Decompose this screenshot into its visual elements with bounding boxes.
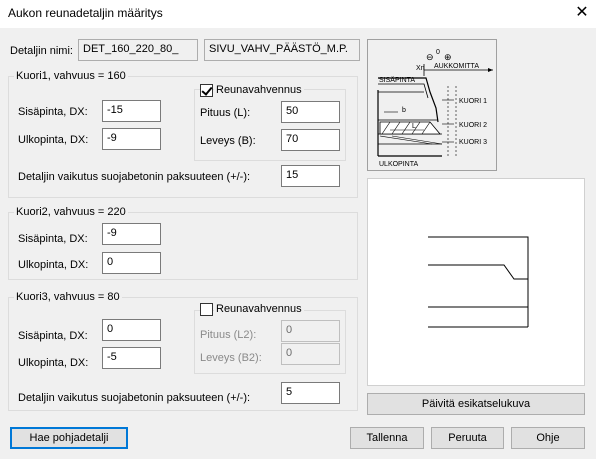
- diagram-kuori1-label: KUORI 1: [459, 98, 487, 105]
- diagram-xn-label: Xn: [416, 65, 425, 72]
- refresh-preview-button[interactable]: Päivitä esikatselukuva: [367, 393, 585, 415]
- kuori1-title: Kuori1, vahvuus = 160: [14, 70, 128, 82]
- kuori2-outer-input[interactable]: 0: [102, 252, 161, 274]
- preview-area: [367, 178, 585, 386]
- close-icon[interactable]: ✕: [572, 2, 592, 24]
- diagram-sisapinta-label: SISÄPINTA: [379, 76, 415, 84]
- diagram-plus-sign: ⊕: [444, 52, 452, 62]
- kuori3-edge-label: Reunavahvennus: [214, 303, 304, 315]
- kuori1-edge-checkbox[interactable]: [200, 84, 213, 97]
- kuori1-effect-input[interactable]: 15: [281, 165, 340, 187]
- diagram-kuori3-label: KUORI 3: [459, 139, 487, 146]
- help-button[interactable]: Ohje: [511, 427, 585, 449]
- fetch-base-detail-button[interactable]: Hae pohjadetalji: [10, 427, 128, 449]
- kuori2-inner-label: Sisäpinta, DX:: [18, 233, 88, 245]
- diagram-zero-label: 0: [436, 49, 440, 56]
- cancel-button[interactable]: Peruuta: [431, 427, 504, 449]
- kuori3-width-label: Pituus (L2):: [200, 329, 257, 341]
- diagram-minus-sign: ⊖: [426, 52, 434, 62]
- kuori3-inner-label: Sisäpinta, DX:: [18, 330, 88, 342]
- kuori3-effect-label: Detaljin vaikutus suojabetonin paksuutee…: [18, 392, 251, 404]
- kuori1-edge-label: Reunavahvennus: [214, 84, 304, 96]
- diagram-ulkopinta-label: ULKOPINTA: [379, 161, 418, 168]
- detail-suffix-field[interactable]: SIVU_VAHV_PÄÄSTÖ_M.P.: [204, 39, 360, 61]
- kuori1-inner-input[interactable]: -15: [102, 100, 161, 122]
- kuori1-height-label: Leveys (B):: [200, 135, 256, 147]
- kuori1-width-input[interactable]: 50: [281, 101, 340, 123]
- kuori3-edge-checkbox[interactable]: [200, 303, 213, 316]
- kuori2-title: Kuori2, vahvuus = 220: [14, 206, 128, 218]
- kuori3-outer-input[interactable]: -5: [102, 347, 161, 369]
- diagram-aukkomitta-label: AUKKOMITTA: [434, 63, 479, 70]
- kuori3-outer-label: Ulkopinta, DX:: [18, 357, 89, 369]
- detail-name-label: Detaljin nimi:: [10, 45, 73, 57]
- diagram-kuori2-label: KUORI 2: [459, 122, 487, 129]
- kuori3-title: Kuori3, vahvuus = 80: [14, 291, 122, 303]
- kuori1-outer-input[interactable]: -9: [102, 128, 161, 150]
- window-title: Aukon reunadetaljin määritys: [8, 6, 163, 20]
- reference-diagram: ⊖ 0 ⊕ Xn AUKKOMITTA SISÄPINTA KUORI 1 KU…: [367, 39, 497, 171]
- diagram-drawing: ⊖ 0 ⊕ Xn AUKKOMITTA SISÄPINTA KUORI 1 KU…: [368, 40, 496, 170]
- preview-drawing: [428, 236, 529, 328]
- kuori1-width-label: Pituus (L):: [200, 107, 251, 119]
- kuori1-outer-label: Ulkopinta, DX:: [18, 134, 89, 146]
- kuori3-inner-input[interactable]: 0: [102, 319, 161, 341]
- kuori1-inner-label: Sisäpinta, DX:: [18, 106, 88, 118]
- kuori3-height-input[interactable]: 0: [281, 343, 340, 365]
- kuori1-height-input[interactable]: 70: [281, 129, 340, 151]
- kuori3-height-label: Leveys (B2):: [200, 352, 262, 364]
- save-button[interactable]: Tallenna: [350, 427, 424, 449]
- kuori3-effect-input[interactable]: 5: [281, 382, 340, 404]
- kuori3-width-input[interactable]: 0: [281, 320, 340, 342]
- detail-name-field[interactable]: DET_160_220_80_: [78, 39, 198, 61]
- kuori2-outer-label: Ulkopinta, DX:: [18, 259, 89, 271]
- diagram-b-label: b: [402, 107, 406, 114]
- kuori1-effect-label: Detaljin vaikutus suojabetonin paksuutee…: [18, 171, 251, 183]
- kuori2-inner-input[interactable]: -9: [102, 223, 161, 245]
- diagram-l-label: L: [412, 123, 416, 130]
